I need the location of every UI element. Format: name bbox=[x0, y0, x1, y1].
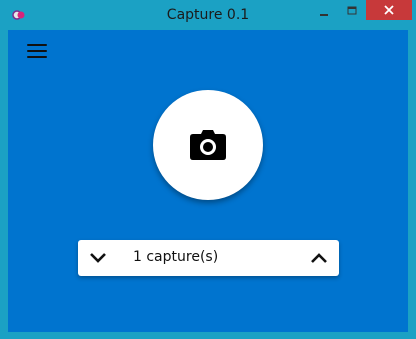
decrease-captures-button[interactable] bbox=[86, 246, 110, 270]
main-content: 1 capture(s) bbox=[8, 30, 408, 332]
title-bar[interactable]: Capture 0.1 bbox=[0, 0, 416, 30]
close-icon bbox=[384, 5, 394, 15]
increase-captures-button[interactable] bbox=[307, 246, 331, 270]
menu-line bbox=[27, 44, 47, 46]
minimize-button[interactable] bbox=[310, 0, 338, 22]
app-window: Capture 0.1 1 capture(s) bbox=[0, 0, 416, 339]
capture-counter: 1 capture(s) bbox=[78, 240, 339, 276]
maximize-icon bbox=[347, 6, 357, 15]
chevron-down-icon bbox=[90, 253, 106, 263]
chevron-up-icon bbox=[311, 253, 327, 263]
menu-line bbox=[27, 50, 47, 52]
maximize-button[interactable] bbox=[338, 0, 366, 22]
close-button[interactable] bbox=[366, 0, 412, 20]
menu-line bbox=[27, 56, 47, 58]
minimize-icon bbox=[320, 14, 328, 16]
capture-count-label: 1 capture(s) bbox=[133, 249, 219, 265]
hamburger-menu-icon[interactable] bbox=[26, 42, 48, 60]
camera-icon bbox=[190, 130, 226, 160]
capture-button[interactable] bbox=[153, 90, 263, 200]
